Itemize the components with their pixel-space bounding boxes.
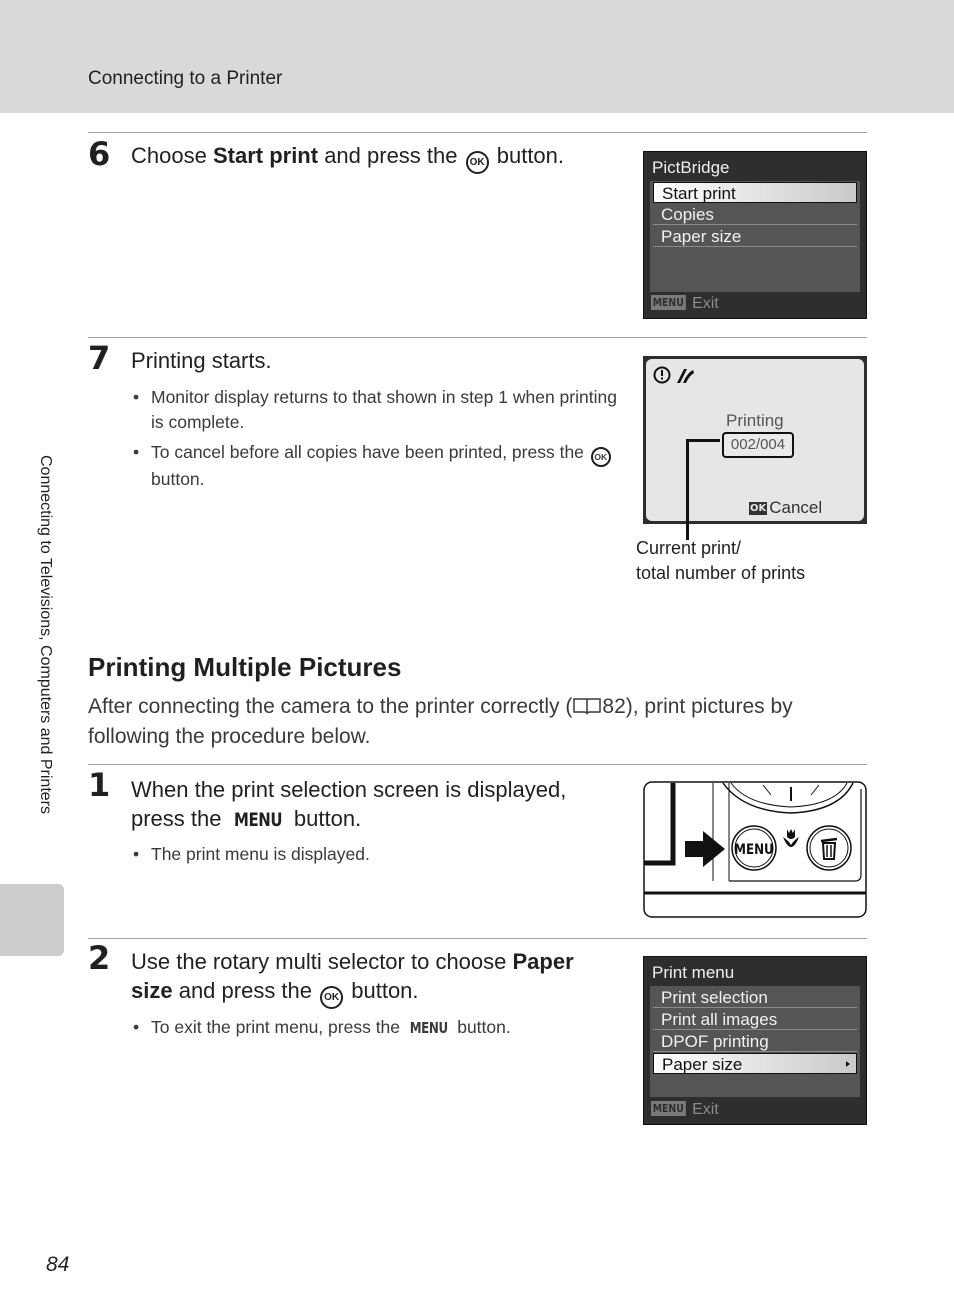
menu-item-paper-size[interactable]: Paper size [653,226,857,247]
callout-line [686,439,720,442]
step-number: 7 [88,339,111,377]
svg-text:MENU: MENU [734,842,774,858]
caption-line: total number of prints [636,563,806,583]
printing-screen-display: Printing 002/004 OK Cancel [646,359,864,521]
page-reference[interactable]: 82 [602,695,625,718]
step-title: Printing starts. [131,348,272,373]
menu-badge-icon: MENU [651,1101,686,1116]
step-title: Use the rotary multi selector to choose … [131,947,616,1009]
text: button. [452,1017,511,1037]
ok-badge-icon: OK [749,502,768,515]
book-icon [573,698,602,715]
menu-button: MENU [731,825,777,871]
callout-line [686,439,689,540]
menu-item-copies[interactable]: Copies [653,204,857,225]
screen-title: Print menu [652,963,735,982]
divider [88,337,867,338]
text: and press the [318,143,464,168]
step-number: 1 [88,766,111,804]
print-menu-screen: Print menu Print selection Print all ima… [643,956,867,1125]
cancel-hint[interactable]: OK Cancel [749,498,822,518]
camera-back-illustration: MENU [643,781,867,918]
menu-item-print-selection[interactable]: Print selection [653,987,857,1008]
step-title: When the print selection screen is displ… [131,775,611,835]
printing-label: Printing [726,411,784,430]
divider [88,132,867,133]
page-number: 84 [46,1253,70,1276]
menu-button-icon: MENU [409,1019,448,1037]
text: Use the rotary multi selector to choose [131,949,513,974]
ok-button-icon: OK [320,986,344,1009]
caption-line: Current print/ [636,538,742,558]
text: and press the [172,978,319,1003]
bullet-item: To cancel before all copies have been pr… [131,440,631,492]
step-number: 2 [88,939,111,977]
side-tab-marker [0,884,64,956]
callout-caption: Current print/ total number of prints [636,536,805,586]
menu-badge-icon: MENU [651,295,686,310]
ok-button-icon: OK [590,447,611,467]
menu-item-start-print[interactable]: Start print [653,182,857,203]
text: button. [490,143,565,168]
text: After connecting the camera to the print… [88,695,573,718]
exit-label: Exit [692,1101,719,1118]
bullet-item: Monitor display returns to that shown in… [131,385,631,435]
section-title: Printing Multiple Pictures [88,652,402,682]
pictbridge-screen: PictBridge Start print Copies Paper size… [643,151,867,319]
step-title: Choose Start print and press the OK butt… [131,141,621,174]
menu-panel: Print selection Print all images DPOF pr… [650,986,860,1097]
print-counter: 002/004 [722,432,794,458]
menu-button-icon: MENU [233,810,283,831]
side-tab-label: Connecting to Televisions, Computers and… [37,455,54,814]
text: button. [345,978,419,1003]
exit-label: Exit [692,295,719,312]
divider [88,938,867,939]
text: Choose [131,143,213,168]
delete-button [806,825,852,871]
header-title: Connecting to a Printer [88,68,283,89]
ok-button-icon: OK [465,151,489,174]
menu-item-paper-size[interactable]: Paper size [653,1053,857,1074]
text: To cancel before all copies have been pr… [151,442,589,462]
text: button. [287,806,362,831]
menu-item-print-all-images[interactable]: Print all images [653,1009,857,1030]
menu-panel: Start print Copies Paper size [650,181,860,292]
divider [88,764,867,765]
cancel-label: Cancel [769,498,823,517]
printing-screen: Printing 002/004 OK Cancel [643,356,867,524]
header-band [0,0,954,113]
submenu-arrow-icon [846,1061,850,1067]
screen-title: PictBridge [652,158,730,177]
warning-icon [653,366,671,384]
menu-item-dpof-printing[interactable]: DPOF printing [653,1031,857,1052]
pictbridge-icon [677,369,694,383]
bullet-item: The print menu is displayed. [131,842,631,867]
screen-footer: MENU Exit [651,295,719,313]
text: button. [151,469,205,489]
section-intro: After connecting the camera to the print… [88,692,868,752]
screen-footer: MENU Exit [651,1101,719,1119]
item-label: Paper size [662,1055,743,1074]
step-number: 6 [88,135,111,173]
status-icons [653,366,694,384]
text: To exit the print menu, press the [151,1017,405,1037]
bullet-item: To exit the print menu, press the MENU b… [131,1015,631,1041]
bold-text: Start print [212,143,319,168]
